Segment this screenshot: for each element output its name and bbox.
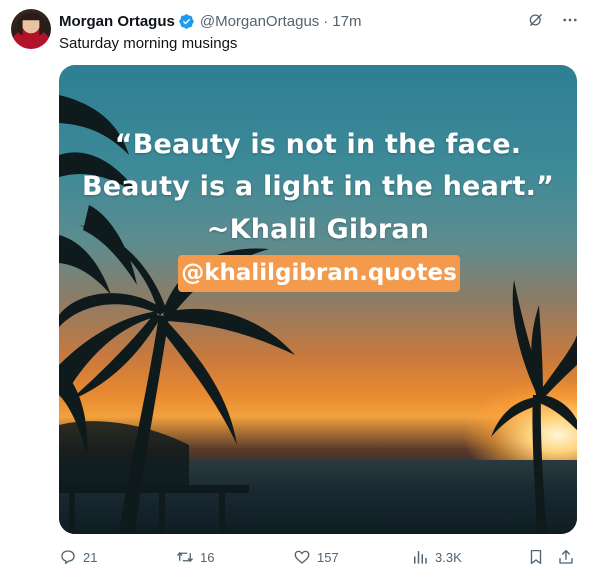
reply-count: 21 bbox=[83, 549, 98, 565]
repost-button[interactable]: 16 bbox=[176, 548, 214, 566]
avatar[interactable] bbox=[11, 9, 51, 49]
top-icons bbox=[527, 11, 579, 29]
tweet[interactable]: Morgan Ortagus @MorganOrtagus · 17m Satu… bbox=[0, 0, 593, 583]
share-icon bbox=[559, 549, 573, 564]
reply-button[interactable]: 21 bbox=[59, 548, 97, 566]
views-icon bbox=[414, 551, 427, 564]
like-icon bbox=[294, 550, 310, 564]
author-handle[interactable]: @MorganOrtagus bbox=[200, 13, 319, 30]
like-button[interactable]: 157 bbox=[293, 548, 339, 566]
tweet-image[interactable]: “Beauty is not in the face. Beauty is a … bbox=[59, 65, 577, 534]
like-count: 157 bbox=[317, 549, 339, 565]
action-bar: 21 16 157 3.3K bbox=[59, 548, 577, 570]
tweet-header: Morgan Ortagus @MorganOrtagus · 17m bbox=[59, 11, 361, 31]
more-icon[interactable] bbox=[561, 11, 579, 29]
author-name[interactable]: Morgan Ortagus bbox=[59, 13, 175, 30]
reply-icon bbox=[61, 550, 75, 565]
views-count: 3.3K bbox=[435, 549, 462, 565]
share-button[interactable] bbox=[557, 548, 575, 566]
repost-count: 16 bbox=[200, 549, 215, 565]
repost-icon bbox=[176, 551, 194, 563]
timestamp[interactable]: 17m bbox=[332, 13, 361, 30]
tweet-text: Saturday morning musings bbox=[59, 35, 238, 52]
verified-badge-icon bbox=[179, 13, 194, 29]
quote-attribution: ~Khalil Gibran bbox=[206, 214, 430, 245]
grok-icon[interactable] bbox=[527, 11, 545, 29]
separator-dot: · bbox=[323, 12, 329, 30]
views-button[interactable]: 3.3K bbox=[411, 548, 462, 566]
bookmark-icon bbox=[530, 549, 542, 565]
quote-line-2: Beauty is a light in the heart.” bbox=[81, 171, 555, 202]
bookmark-button[interactable] bbox=[527, 548, 545, 566]
quote-line-1: “Beauty is not in the face. bbox=[114, 129, 522, 160]
quote-source-tag: @khalilgibran.quotes bbox=[178, 255, 460, 292]
